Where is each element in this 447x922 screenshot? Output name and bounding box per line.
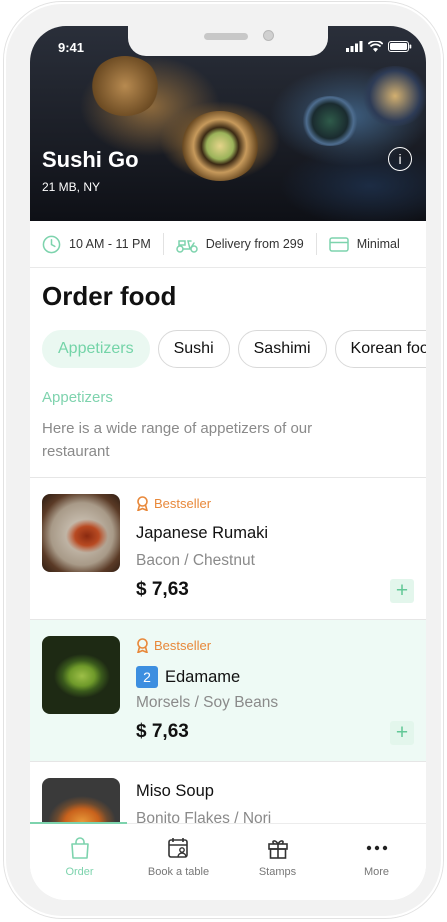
bag-icon — [70, 837, 89, 859]
quantity-badge: 2 — [136, 666, 158, 688]
page-title: Order food — [42, 281, 177, 311]
food-thumbnail — [42, 636, 120, 714]
delivery-info: Delivery from 299 — [164, 236, 316, 253]
restaurant-name: Sushi Go — [42, 147, 139, 172]
info-strip: 10 AM - 11 PM Delivery from 299 Minimal — [30, 221, 426, 268]
more-dots-icon — [366, 845, 387, 851]
item-name-text: Japanese Rumaki — [136, 524, 269, 542]
award-icon — [137, 496, 148, 511]
add-button[interactable]: + — [390, 721, 414, 745]
tab-stamps[interactable]: Stamps — [228, 836, 327, 878]
item-name: Japanese Rumaki — [136, 524, 268, 543]
tab-label: More — [363, 866, 390, 878]
bestseller-badge: Bestseller — [136, 638, 211, 653]
wifi-icon — [368, 41, 383, 52]
badge-text: Bestseller — [154, 638, 212, 653]
delivery-text: Delivery from 299 — [205, 237, 304, 251]
tab-more[interactable]: More — [327, 836, 426, 878]
hours-info: 10 AM - 11 PM — [30, 235, 163, 254]
item-price: $ 7,63 — [136, 579, 189, 600]
active-tab-indicator — [30, 822, 127, 824]
card-icon — [328, 236, 349, 252]
chip-appetizers[interactable]: Appetizers — [42, 330, 150, 368]
item-description: Morsels / Soy Beans — [136, 694, 279, 711]
minimal-info: Minimal — [317, 236, 412, 252]
signal-icon — [346, 41, 363, 52]
section-title: Appetizers — [42, 389, 113, 406]
hero-image: 9:41 Sushi Go 21 MB, NY i — [30, 26, 426, 221]
front-camera — [263, 30, 274, 41]
info-button[interactable]: i — [388, 147, 412, 171]
tab-book-a-table[interactable]: Book a table — [129, 836, 228, 878]
tab-order[interactable]: Order — [30, 836, 129, 878]
phone-frame: 9:41 Sushi Go 21 MB, NY i 10 AM - 11 PM … — [4, 2, 443, 918]
battery-icon — [388, 41, 412, 52]
badge-text: Bestseller — [154, 496, 212, 511]
info-icon: i — [398, 151, 402, 167]
hours-text: 10 AM - 11 PM — [69, 237, 151, 251]
status-time: 9:41 — [58, 40, 85, 55]
chip-sushi[interactable]: Sushi — [157, 330, 230, 368]
device-notch — [128, 26, 328, 56]
gift-icon — [267, 840, 288, 859]
item-name-text: Edamame — [165, 667, 241, 686]
bottom-tab-bar: Order Book a table Stamps More — [30, 822, 426, 900]
item-price: $ 7,63 — [136, 721, 189, 742]
chip-korean-food[interactable]: Korean food — [334, 330, 426, 368]
item-name-text: Miso Soup — [136, 782, 214, 800]
tab-label: Book a table — [147, 866, 210, 878]
restaurant-location: 21 MB, NY — [42, 180, 101, 194]
item-name: 2 Edamame — [136, 666, 240, 688]
item-name: Miso Soup — [136, 782, 214, 801]
minimal-text: Minimal — [356, 237, 400, 251]
list-item[interactable]: Bestseller 2 Edamame Morsels / Soy Beans… — [30, 619, 426, 761]
award-icon — [137, 638, 148, 653]
tab-label: Order — [65, 866, 94, 878]
chip-sashimi[interactable]: Sashimi — [237, 330, 327, 368]
item-description: Bacon / Chestnut — [136, 552, 255, 569]
tab-label: Stamps — [258, 866, 297, 878]
speaker-grille — [204, 33, 248, 40]
category-chips: Appetizers Sushi Sashimi Korean food — [42, 330, 426, 368]
list-item[interactable]: Bestseller Japanese Rumaki Bacon / Chest… — [30, 477, 426, 619]
section-description: Here is a wide range of appetizers of ou… — [42, 420, 313, 460]
add-button[interactable]: + — [390, 579, 414, 603]
status-icons — [346, 41, 412, 52]
bestseller-badge: Bestseller — [136, 496, 211, 511]
clock-icon — [42, 235, 61, 253]
calendar-user-icon — [167, 838, 188, 858]
food-thumbnail — [42, 494, 120, 572]
app-screen: 9:41 Sushi Go 21 MB, NY i 10 AM - 11 PM … — [30, 26, 426, 900]
scooter-icon — [176, 239, 198, 253]
